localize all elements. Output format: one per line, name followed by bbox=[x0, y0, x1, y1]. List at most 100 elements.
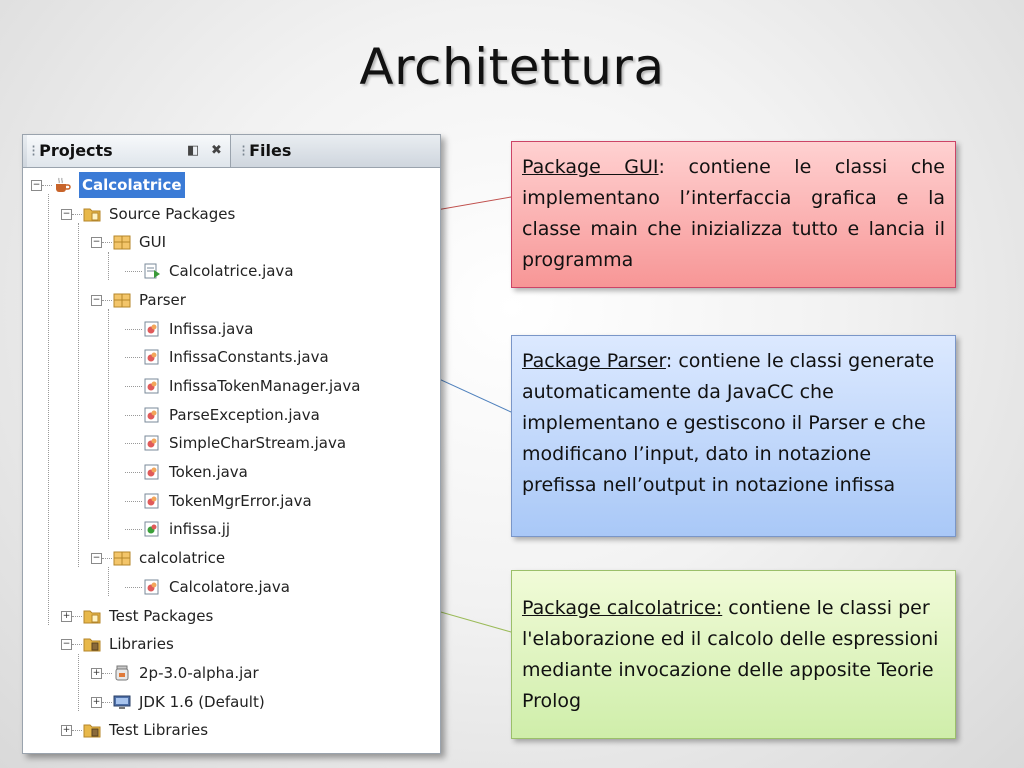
panel-tab-bar: ⁝ Projects ◧ ✖ ⁝ Files bbox=[23, 135, 440, 168]
tree-guide-line bbox=[108, 309, 109, 539]
java-file-icon bbox=[143, 463, 161, 481]
tree-row[interactable]: Calcolatrice.java bbox=[23, 258, 433, 284]
tree-item-label: Token.java bbox=[169, 463, 248, 481]
tree-connector bbox=[102, 672, 112, 674]
callout-calcolatrice: Package calcolatrice: contiene le classi… bbox=[511, 570, 956, 739]
callout-parser: Package Parser: contiene le classi gener… bbox=[511, 335, 956, 537]
tree-row[interactable]: SimpleCharStream.java bbox=[23, 430, 433, 456]
tab-projects-label: Projects bbox=[39, 141, 113, 160]
tree-item-label: JDK 1.6 (Default) bbox=[139, 692, 265, 711]
callout-gui-title: Package GUI bbox=[522, 156, 659, 178]
package-icon bbox=[113, 291, 131, 309]
tree-connector bbox=[102, 299, 112, 301]
tree-connector bbox=[125, 529, 142, 531]
collapse-icon[interactable]: − bbox=[91, 294, 102, 306]
tree-connector bbox=[102, 701, 112, 703]
tree-row[interactable]: − calcolatrice bbox=[23, 545, 433, 571]
collapse-icon[interactable]: − bbox=[91, 553, 102, 565]
collapse-icon[interactable]: − bbox=[61, 208, 72, 220]
tree-row[interactable]: Calcolatore.java bbox=[23, 574, 433, 600]
tree-row[interactable]: − Libraries bbox=[23, 631, 433, 657]
close-icon[interactable]: ✖ bbox=[211, 135, 222, 167]
tree-connector bbox=[102, 558, 112, 560]
tree-guide-line bbox=[78, 223, 79, 568]
tree-row[interactable]: − Parser bbox=[23, 287, 433, 313]
java-file-icon bbox=[143, 434, 161, 452]
package-icon bbox=[113, 233, 131, 251]
tree-row[interactable]: InfissaConstants.java bbox=[23, 344, 433, 370]
java-file-icon bbox=[143, 377, 161, 395]
tree-connector bbox=[72, 730, 82, 732]
tree-connector bbox=[125, 414, 142, 416]
jar-icon bbox=[113, 664, 131, 682]
library-folder-icon bbox=[83, 721, 101, 739]
tree-item-label: SimpleCharStream.java bbox=[169, 434, 347, 453]
tree-row[interactable]: Infissa.java bbox=[23, 316, 433, 342]
tree-guide-line bbox=[108, 251, 109, 281]
folder-icon bbox=[83, 607, 101, 625]
tree-guide-line bbox=[78, 653, 79, 711]
tree-row[interactable]: +2p-3.0-alpha.jar bbox=[23, 660, 433, 686]
tree-row[interactable]: + Test Packages bbox=[23, 603, 433, 629]
tree-connector bbox=[125, 500, 142, 502]
tree-row[interactable]: − Calcolatrice bbox=[23, 172, 433, 198]
grip-icon: ⁝ bbox=[241, 141, 247, 160]
collapse-icon[interactable]: − bbox=[91, 237, 102, 249]
tree-connector bbox=[72, 615, 82, 617]
grip-icon: ⁝ bbox=[31, 141, 37, 160]
tree-item-label: ParseException.java bbox=[169, 405, 320, 424]
java-file-icon bbox=[143, 320, 161, 338]
tree-row[interactable]: + Test Libraries bbox=[23, 717, 433, 743]
tree-item-label: Calcolatrice bbox=[79, 172, 185, 198]
expand-icon[interactable]: + bbox=[91, 667, 102, 679]
tab-files[interactable]: ⁝ Files bbox=[235, 135, 291, 167]
tree-item-label: InfissaTokenManager.java bbox=[169, 376, 361, 395]
minimize-icon[interactable]: ◧ bbox=[187, 135, 199, 167]
tree-item-label: 2p-3.0-alpha.jar bbox=[139, 663, 259, 682]
java-file-icon bbox=[143, 492, 161, 510]
tree-item-label: calcolatrice bbox=[139, 549, 226, 568]
tree-connector bbox=[42, 185, 52, 186]
tree-row[interactable]: infissa.jj bbox=[23, 516, 433, 542]
projects-panel: ⁝ Projects ◧ ✖ ⁝ Files − Calcolatrice − Sourc… bbox=[22, 134, 441, 754]
tree-row[interactable]: − Source Packages bbox=[23, 201, 433, 227]
tree-item-label: Calcolatrice.java bbox=[169, 262, 294, 281]
tree-row[interactable]: Token.java bbox=[23, 459, 433, 485]
expand-icon[interactable]: + bbox=[61, 610, 72, 622]
java-file-icon bbox=[143, 406, 161, 424]
tree-row[interactable]: TokenMgrError.java bbox=[23, 488, 433, 514]
tab-files-label: Files bbox=[249, 141, 292, 160]
library-folder-icon bbox=[83, 635, 101, 653]
tree-connector bbox=[125, 357, 142, 359]
collapse-icon[interactable]: − bbox=[61, 639, 72, 651]
tree-guide-line bbox=[48, 194, 49, 625]
jj-file-icon bbox=[143, 520, 161, 538]
tab-projects[interactable]: ⁝ Projects ◧ ✖ bbox=[27, 135, 231, 167]
tree-row[interactable]: ParseException.java bbox=[23, 402, 433, 428]
tree-item-label: Test Libraries bbox=[109, 721, 209, 740]
expand-icon[interactable]: + bbox=[91, 696, 102, 708]
main-java-file-icon bbox=[143, 262, 161, 280]
tree-item-label: Libraries bbox=[109, 635, 174, 654]
tree-connector bbox=[125, 328, 142, 330]
tree-row[interactable]: + JDK 1.6 (Default) bbox=[23, 689, 433, 715]
tree-item-label: infissa.jj bbox=[169, 520, 231, 539]
jdk-icon bbox=[113, 693, 131, 711]
expand-icon[interactable]: + bbox=[61, 725, 72, 737]
tree-connector bbox=[125, 385, 142, 387]
tree-item-label: Calcolatore.java bbox=[169, 577, 290, 596]
java-file-icon bbox=[143, 578, 161, 596]
package-icon bbox=[113, 549, 131, 567]
callout-gui: Package GUI: contiene le classi che impl… bbox=[511, 141, 956, 288]
tree-connector bbox=[125, 472, 142, 473]
tree-connector bbox=[125, 443, 142, 445]
tree-item-label: GUI bbox=[139, 233, 167, 252]
java-file-icon bbox=[143, 348, 161, 366]
tree-connector bbox=[102, 242, 112, 244]
tree-row[interactable]: InfissaTokenManager.java bbox=[23, 373, 433, 399]
tree-item-label: Source Packages bbox=[109, 204, 236, 223]
tree-item-label: InfissaConstants.java bbox=[169, 348, 329, 367]
collapse-icon[interactable]: − bbox=[31, 180, 42, 191]
tree-row[interactable]: − GUI bbox=[23, 229, 433, 255]
coffee-cup-icon bbox=[53, 176, 71, 194]
